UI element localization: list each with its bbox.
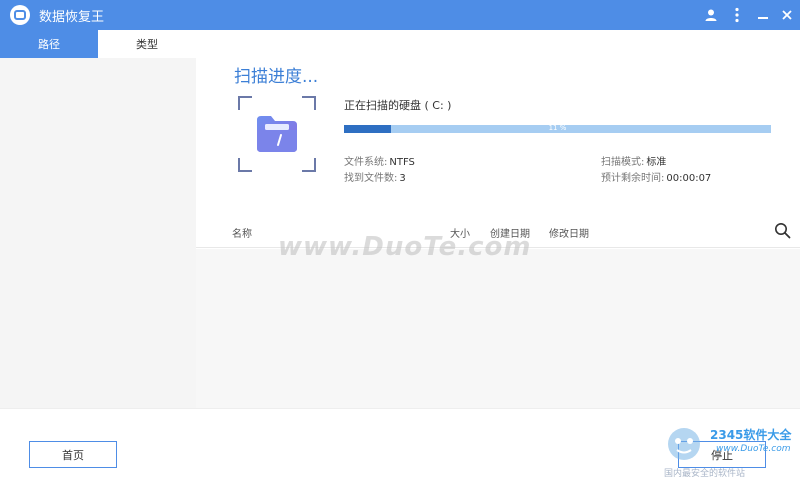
close-icon: [782, 10, 792, 20]
main-panel: 扫描进度... 正在扫描的硬盘 ( C: ) 11 % 文件系统: NTFS 找到…: [196, 30, 800, 408]
search-icon: [775, 223, 791, 239]
scan-disk-label: 正在扫描的硬盘 ( C: ): [344, 99, 452, 112]
time-left-value: 00:00:07: [666, 173, 712, 184]
tab-path[interactable]: 路径: [0, 30, 98, 58]
close-button[interactable]: [774, 0, 800, 30]
user-icon: [705, 9, 717, 21]
more-button[interactable]: [724, 0, 750, 30]
column-modified[interactable]: 修改日期: [549, 225, 589, 240]
home-button[interactable]: 首页: [29, 441, 117, 468]
tab-path-label: 路径: [38, 38, 60, 51]
scan-title: 扫描进度...: [234, 67, 319, 87]
scan-mode-value: 标准: [646, 157, 667, 168]
mascot-icon: [668, 428, 700, 460]
time-left-info: 预计剩余时间: 00:00:07: [601, 169, 711, 184]
scan-mode-label: 扫描模式:: [601, 157, 645, 168]
file-system-info: 文件系统: NTFS: [344, 153, 415, 168]
tab-type-label: 类型: [136, 38, 158, 51]
sidebar: 路径 类型: [0, 30, 196, 408]
badge-slogan: 国内最安全的软件站: [664, 469, 746, 479]
watermark-text: www.DuoTe.com: [278, 232, 532, 262]
minimize-icon: [758, 17, 768, 19]
scan-mode-info: 扫描模式: 标准: [601, 153, 666, 168]
scan-folder-frame: [238, 96, 316, 172]
files-found-label: 找到文件数:: [344, 173, 398, 184]
scan-progress-text: 11 %: [548, 124, 567, 132]
time-left-label: 预计剩余时间:: [601, 173, 665, 184]
search-button[interactable]: [774, 222, 791, 243]
more-vertical-icon: [735, 7, 739, 23]
site-badge: 2345软件大全 www.DuoTe.com 国内最安全的软件站: [660, 418, 800, 497]
badge-url: www.DuoTe.com: [716, 444, 791, 454]
column-name[interactable]: 名称: [232, 225, 252, 240]
user-button[interactable]: [698, 0, 724, 30]
file-system-label: 文件系统:: [344, 157, 388, 168]
files-found-info: 找到文件数: 3: [344, 169, 406, 184]
file-list[interactable]: [196, 249, 800, 408]
tab-type[interactable]: 类型: [98, 30, 196, 58]
app-logo-icon: [10, 5, 30, 25]
folder-icon: [257, 116, 297, 152]
minimize-button[interactable]: [750, 0, 776, 30]
files-found-value: 3: [399, 173, 406, 184]
badge-title: 2345软件大全: [710, 428, 792, 442]
file-system-value: NTFS: [389, 157, 415, 168]
app-title: 数据恢复王: [39, 10, 105, 25]
scan-progress-bar: 11 %: [344, 124, 771, 133]
title-bar: 数据恢复王: [0, 0, 800, 30]
